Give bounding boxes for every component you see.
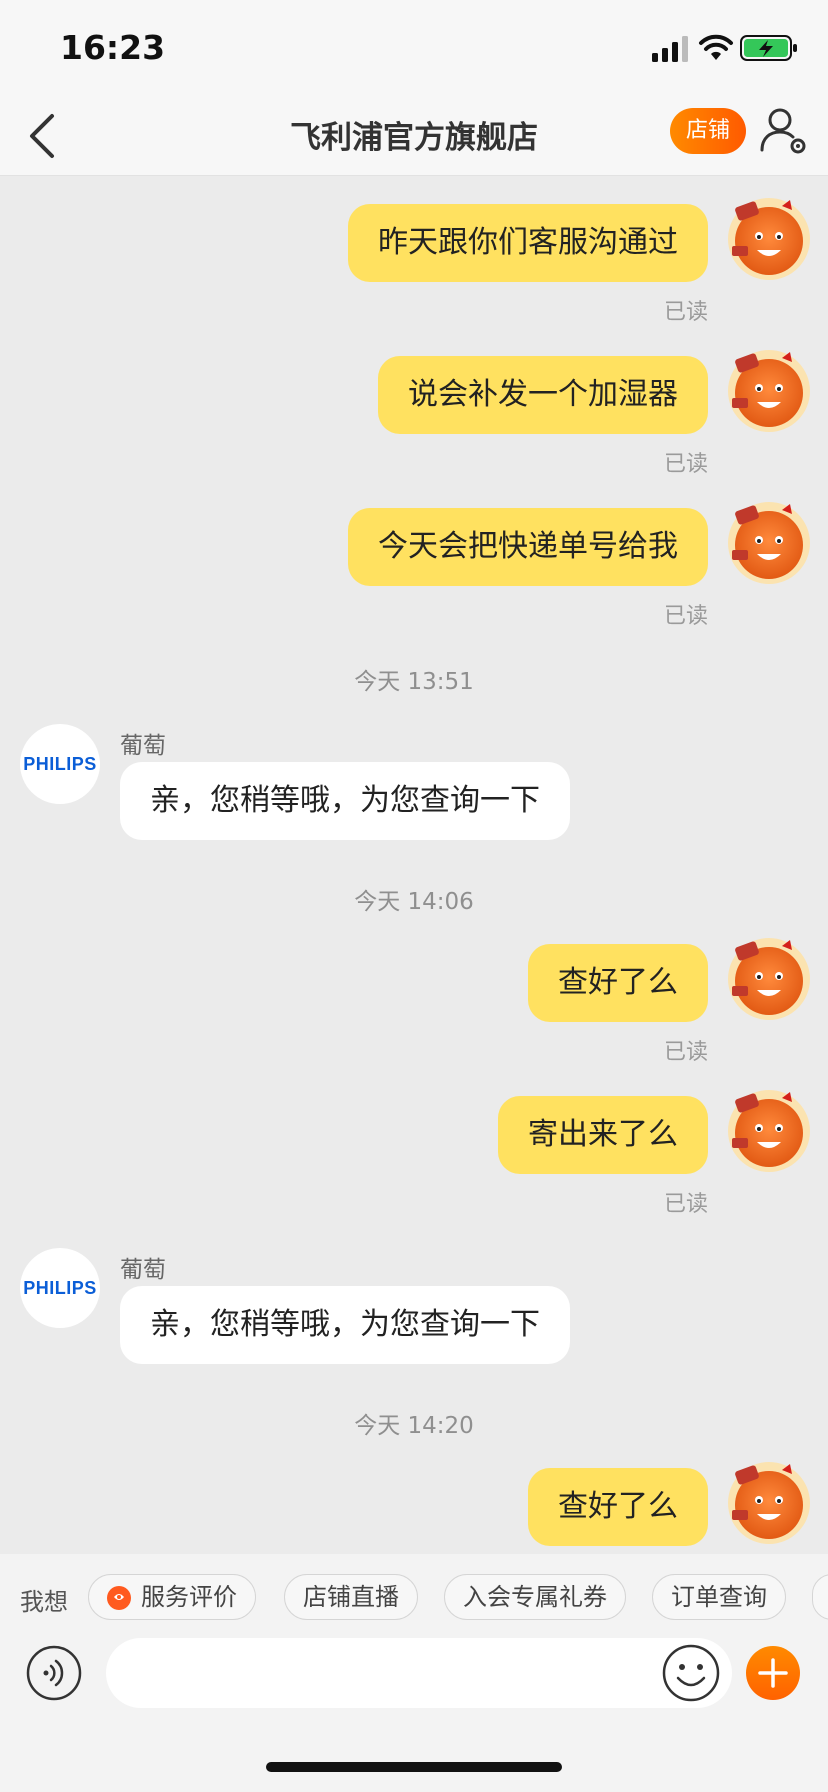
sender-name: 葡萄 bbox=[120, 733, 166, 759]
chip-label: 服务评价 bbox=[141, 1583, 237, 1611]
my-avatar[interactable] bbox=[726, 348, 812, 434]
read-receipt: 已读 bbox=[663, 300, 708, 325]
my-message-bubble[interactable]: 查好了么 bbox=[528, 1468, 708, 1546]
wifi-icon bbox=[699, 34, 733, 60]
add-button[interactable] bbox=[746, 1646, 800, 1700]
status-time: 16:23 bbox=[60, 28, 166, 67]
my-message-bubble[interactable]: 昨天跟你们客服沟通过 bbox=[348, 204, 708, 282]
message-timestamp: 今天 14:06 bbox=[354, 889, 474, 915]
message-input[interactable] bbox=[106, 1638, 732, 1708]
my-avatar[interactable] bbox=[726, 1460, 812, 1546]
status-bar: 16:23 bbox=[0, 0, 828, 96]
store-avatar[interactable]: PHILIPS bbox=[20, 1248, 100, 1328]
my-message-bubble[interactable]: 查好了么 bbox=[528, 944, 708, 1022]
my-message-bubble[interactable]: 今天会把快递单号给我 bbox=[348, 508, 708, 586]
my-avatar[interactable] bbox=[726, 936, 812, 1022]
sender-name: 葡萄 bbox=[120, 1257, 166, 1283]
read-receipt: 已读 bbox=[663, 1040, 708, 1065]
read-receipt: 已读 bbox=[663, 452, 708, 477]
plus-icon bbox=[758, 1658, 788, 1688]
user-settings-icon[interactable] bbox=[760, 106, 808, 156]
quick-actions-label: 我想 bbox=[20, 1588, 68, 1616]
chip-order-query[interactable]: 订单查询 bbox=[652, 1574, 786, 1620]
shop-button[interactable]: 店铺 bbox=[670, 108, 746, 154]
my-avatar[interactable] bbox=[726, 196, 812, 282]
read-receipt: 已读 bbox=[663, 604, 708, 629]
battery-icon bbox=[740, 35, 797, 61]
my-avatar[interactable] bbox=[726, 500, 812, 586]
my-message-bubble[interactable]: 寄出来了么 bbox=[498, 1096, 708, 1174]
message-timestamp: 今天 14:20 bbox=[354, 1413, 474, 1439]
read-receipt: 已读 bbox=[663, 1192, 708, 1217]
nav-bar: 飞利浦官方旗舰店 店铺 bbox=[0, 96, 828, 176]
my-message-bubble[interactable]: 说会补发一个加湿器 bbox=[378, 356, 708, 434]
message-timestamp: 今天 13:51 bbox=[354, 669, 474, 695]
chat-area[interactable]: 昨天跟你们客服沟通过 已读 说会补发一个加湿器 已读 今天会把快递单号给我 已读… bbox=[0, 176, 828, 1554]
store-message-bubble[interactable]: 亲，您稍等哦，为您查询一下 bbox=[120, 762, 570, 840]
store-avatar[interactable]: PHILIPS bbox=[20, 724, 100, 804]
chip-more[interactable] bbox=[812, 1574, 828, 1620]
voice-icon[interactable] bbox=[26, 1645, 82, 1701]
chip-service-review[interactable]: 服务评价 bbox=[88, 1574, 256, 1620]
input-bar bbox=[0, 1638, 828, 1792]
emoji-icon[interactable] bbox=[662, 1644, 720, 1702]
service-review-icon bbox=[107, 1586, 131, 1610]
signal-icon bbox=[652, 36, 688, 62]
home-indicator bbox=[266, 1762, 562, 1772]
my-avatar[interactable] bbox=[726, 1088, 812, 1174]
chip-member-coupon[interactable]: 入会专属礼券 bbox=[444, 1574, 626, 1620]
chip-store-live[interactable]: 店铺直播 bbox=[284, 1574, 418, 1620]
store-message-bubble[interactable]: 亲，您稍等哦，为您查询一下 bbox=[120, 1286, 570, 1364]
quick-actions-bar: 我想 服务评价 店铺直播 入会专属礼券 订单查询 bbox=[0, 1554, 828, 1642]
